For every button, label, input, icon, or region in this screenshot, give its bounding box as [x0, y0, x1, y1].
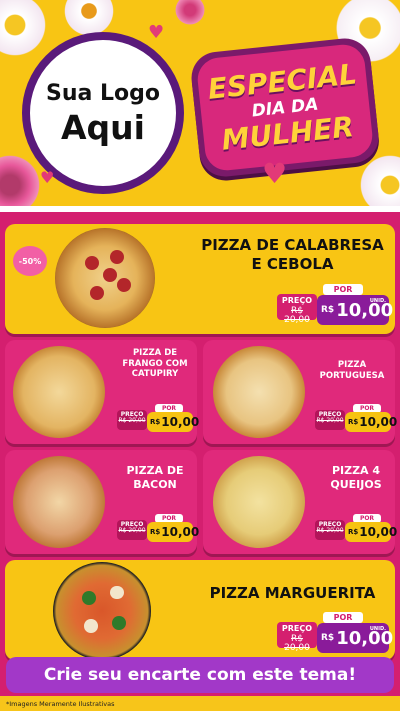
new-price: R$ 10,00 — [345, 522, 397, 542]
old-price: PREÇO R$ 20,00 — [315, 410, 345, 430]
product-title: PIZZA PORTUGUESA — [319, 360, 385, 381]
header-banner: Sua Logo Aqui ESPECIAL DIA DA MULHER ♥ ♥… — [0, 0, 400, 212]
pizza-image — [55, 228, 155, 328]
discount-badge: -50% — [13, 246, 47, 276]
new-price: R$ 10,00 UNID. — [317, 623, 393, 653]
price-tag: POR PREÇO R$ 20,00 R$ 10,00 — [315, 404, 397, 436]
price-tag: POR PREÇO R$ 20,00 R$ 10,00 UNID. — [277, 284, 393, 330]
heart-icon: ♥ — [40, 168, 55, 187]
product-card: PIZZA PORTUGUESA POR PREÇO R$ 20,00 R$ 1… — [203, 340, 397, 444]
old-price: PREÇO R$ 20,00 — [315, 520, 345, 540]
logo-line1: Sua Logo — [45, 80, 160, 106]
heart-icon: ♥ — [148, 22, 165, 43]
price-tag: POR PREÇO R$ 20,00 R$ 10,00 UNID. — [277, 612, 393, 658]
footer-disclaimer: *Imagens Meramente Ilustrativas — [6, 700, 115, 708]
old-price: PREÇO R$ 20,00 — [117, 520, 147, 540]
pizza-image — [213, 456, 305, 548]
product-card: PIZZA DE BACON POR PREÇO R$ 20,00 R$ 10,… — [5, 450, 199, 554]
pizza-image — [13, 456, 105, 548]
old-price: PREÇO R$ 20,00 — [277, 622, 317, 653]
pizza-image — [53, 562, 151, 660]
product-card: PIZZA 4 QUEIJOS POR PREÇO R$ 20,00 R$ 10… — [203, 450, 397, 554]
product-area: -50% PIZZA DE CALABRESA E CEBOLA POR PRE… — [0, 206, 400, 696]
cta-button[interactable]: Crie seu encarte com este tema! — [6, 657, 394, 693]
price-por-label: POR — [323, 284, 363, 295]
product-title: PIZZA 4 QUEIJOS — [330, 464, 382, 491]
product-title: PIZZA DE FRANGO COM CATUPIRY — [122, 348, 188, 380]
price-tag: POR PREÇO R$ 20,00 R$ 10,00 — [315, 514, 397, 546]
heart-icon: ♥ — [262, 157, 288, 190]
badge-line3: MULHER — [220, 109, 356, 157]
new-price: R$ 10,00 — [147, 412, 199, 432]
old-price: PREÇO R$ 20,00 — [117, 410, 147, 430]
featured-card: -50% PIZZA DE CALABRESA E CEBOLA POR PRE… — [5, 224, 395, 334]
new-price: R$ 10,00 — [147, 522, 199, 542]
logo-line2: Aqui — [61, 107, 145, 147]
product-title: PIZZA MARGUERITA — [209, 584, 376, 602]
old-price: PREÇO R$ 20,00 — [277, 294, 317, 325]
flower-decoration — [0, 0, 50, 60]
pizza-image — [13, 346, 105, 438]
pizza-image — [213, 346, 305, 438]
price-tag: POR PREÇO R$ 20,00 R$ 10,00 — [117, 404, 199, 436]
new-price: R$ 10,00 — [345, 412, 397, 432]
flower-decoration — [170, 0, 210, 30]
price-tag: POR PREÇO R$ 20,00 R$ 10,00 — [117, 514, 199, 546]
new-price: R$ 10,00 UNID. — [317, 295, 393, 325]
featured-card: PIZZA MARGUERITA POR PREÇO R$ 20,00 R$ 1… — [5, 560, 395, 660]
price-por-label: POR — [323, 612, 363, 623]
product-title: PIZZA DE CALABRESA E CEBOLA — [201, 236, 384, 273]
product-card: PIZZA DE FRANGO COM CATUPIRY POR PREÇO R… — [5, 340, 199, 444]
product-title: PIZZA DE BACON — [126, 464, 184, 491]
